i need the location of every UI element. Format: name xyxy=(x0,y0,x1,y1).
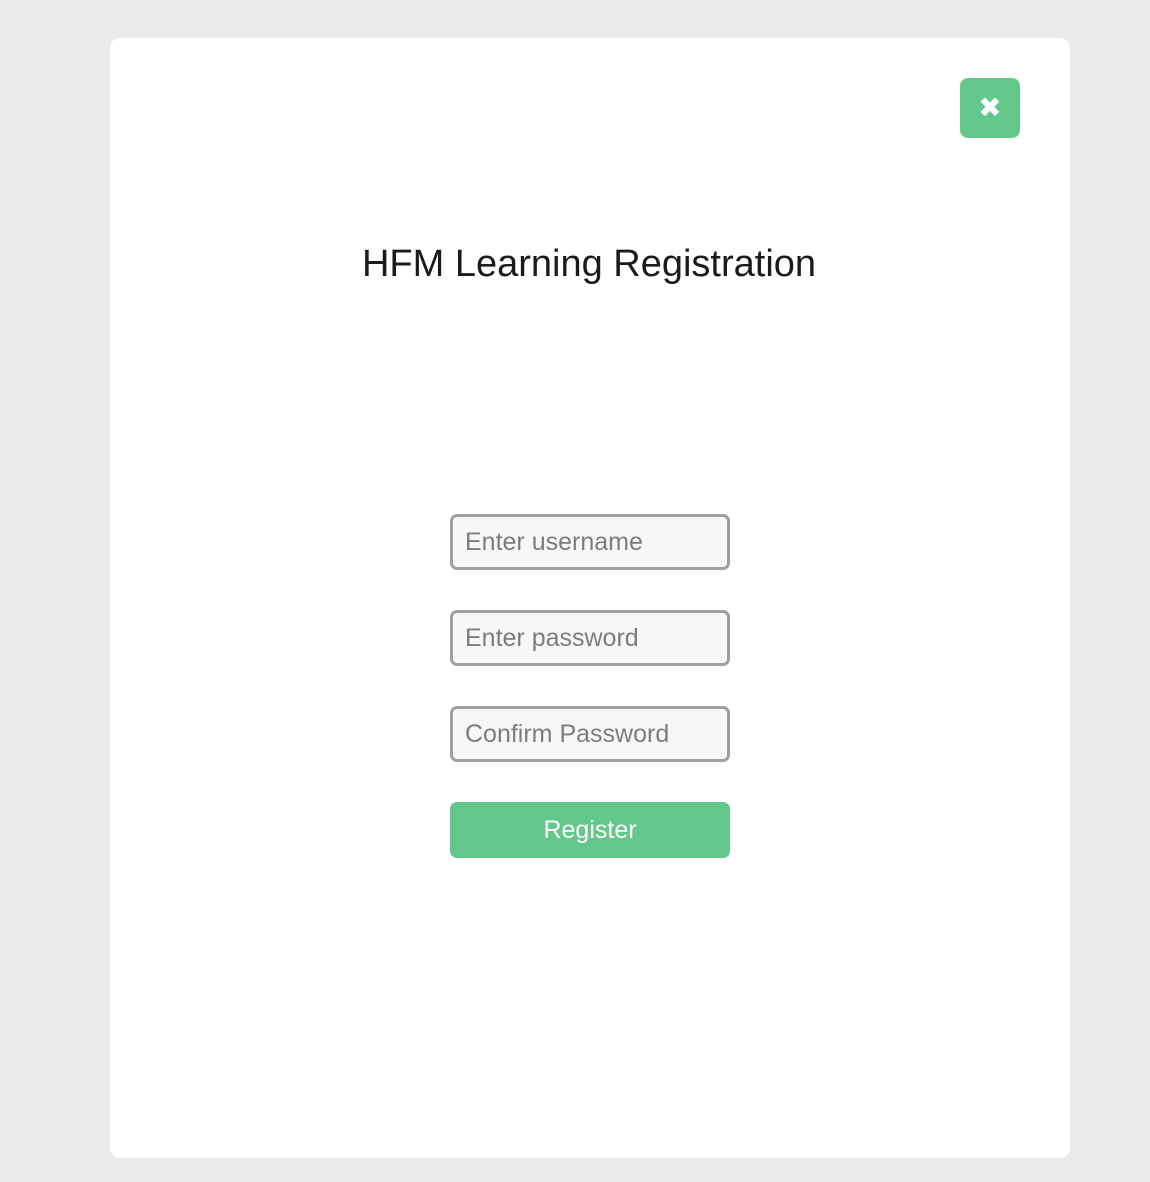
confirm-password-input[interactable] xyxy=(450,706,730,762)
registration-form: Register xyxy=(450,514,730,858)
username-input[interactable] xyxy=(450,514,730,570)
password-input[interactable] xyxy=(450,610,730,666)
close-button[interactable]: ✖ xyxy=(960,78,1020,138)
register-button[interactable]: Register xyxy=(450,802,730,858)
page-title: HFM Learning Registration xyxy=(361,243,817,285)
close-icon: ✖ xyxy=(978,91,1002,124)
registration-modal: ✖ HFM Learning Registration Register xyxy=(110,38,1070,1158)
